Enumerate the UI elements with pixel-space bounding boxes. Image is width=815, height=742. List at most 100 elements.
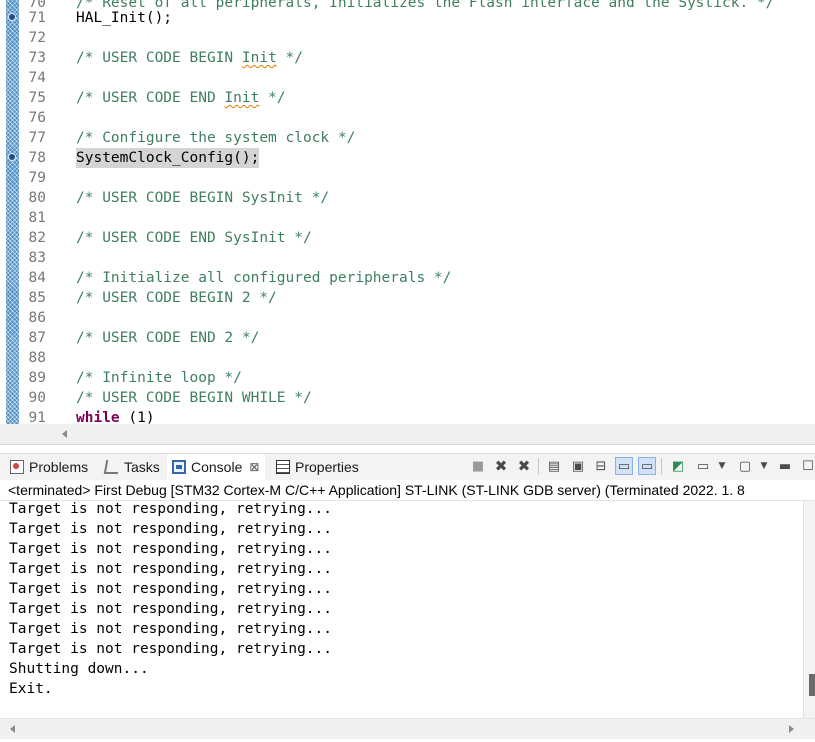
code-line: 75 /* USER CODE END Init */	[0, 88, 815, 108]
tab-problems[interactable]: Problems	[10, 454, 88, 480]
tab-tasks[interactable]: Tasks	[103, 454, 160, 480]
scroll-lock-icon[interactable]: ▣	[569, 457, 587, 475]
code-text: /* USER CODE BEGIN Init */	[76, 50, 303, 66]
line-number: 84	[28, 270, 46, 286]
console-line: Target is not responding, retrying...	[9, 561, 333, 577]
console-line: Target is not responding, retrying...	[9, 521, 333, 537]
code-text: HAL_Init();	[76, 10, 173, 26]
console-line: Target is not responding, retrying...	[9, 601, 333, 617]
bookmark-marker-icon	[8, 13, 17, 22]
tab-label: Console	[191, 459, 243, 475]
line-number: 79	[28, 170, 46, 186]
scroll-right-arrow-icon[interactable]	[789, 725, 794, 733]
editor-horizontal-scrollbar[interactable]	[0, 424, 815, 445]
close-tab-icon[interactable]: ⊠	[249, 460, 259, 474]
code-line: 81	[0, 208, 815, 228]
chevron-down-icon[interactable]: ▼	[755, 457, 773, 475]
code-line: 77 /* Configure the system clock */	[0, 128, 815, 148]
panel-sash[interactable]	[0, 445, 815, 453]
remove-launch-icon[interactable]: ✖	[492, 457, 510, 475]
pin-console-icon[interactable]: ◩	[669, 457, 687, 475]
bookmark-marker-icon	[8, 153, 17, 162]
console-line: Exit.	[9, 681, 53, 697]
console-horizontal-scrollbar[interactable]	[0, 718, 815, 739]
console-process-label: <terminated> First Debug [STM32 Cortex-M…	[0, 480, 815, 501]
code-line: 71 HAL_Init();	[0, 8, 815, 28]
console-line: Target is not responding, retrying...	[9, 621, 333, 637]
code-line: 83	[0, 248, 815, 268]
toolbar-separator	[661, 458, 662, 475]
code-line: 82 /* USER CODE END SysInit */	[0, 228, 815, 248]
code-text: /* USER CODE BEGIN WHILE */	[76, 390, 312, 406]
code-text-highlighted: SystemClock_Config();	[76, 148, 260, 168]
console-line: Target is not responding, retrying...	[9, 541, 333, 557]
code-line: 87 /* USER CODE END 2 */	[0, 328, 815, 348]
show-on-error-icon[interactable]: ▭	[638, 457, 656, 475]
line-number: 80	[28, 190, 46, 206]
maximize-icon[interactable]: ☐	[799, 457, 815, 475]
chevron-down-icon[interactable]: ▼	[713, 457, 731, 475]
show-on-output-icon[interactable]: ▭	[615, 457, 633, 475]
code-line: 72	[0, 28, 815, 48]
code-text: /* Configure the system clock */	[76, 130, 356, 146]
tasks-icon	[103, 460, 121, 474]
code-text: /* Initialize all configured peripherals…	[76, 270, 452, 286]
tab-label: Properties	[295, 459, 359, 475]
console-line: Target is not responding, retrying...	[9, 581, 333, 597]
remove-all-terminated-icon[interactable]: ✖	[515, 457, 533, 475]
code-editor[interactable]: 70 /* Reset of all peripherals, Initiali…	[0, 0, 815, 424]
properties-icon	[276, 460, 290, 474]
display-selected-console-icon[interactable]: ▭	[694, 457, 712, 475]
scroll-left-arrow-icon[interactable]	[62, 430, 67, 438]
code-text: while (1)	[76, 410, 155, 424]
console-vertical-scrollbar[interactable]	[803, 501, 815, 718]
spelling-warning: Init	[241, 50, 277, 66]
tab-properties[interactable]: Properties	[276, 454, 359, 480]
line-number: 73	[28, 50, 46, 66]
line-number: 85	[28, 290, 46, 306]
code-text: /* USER CODE BEGIN SysInit */	[76, 190, 330, 206]
line-number: 81	[28, 210, 46, 226]
code-line: 76	[0, 108, 815, 128]
console-output[interactable]: Target is not responding, retrying... Ta…	[0, 501, 803, 718]
code-line: 86	[0, 308, 815, 328]
word-wrap-icon[interactable]: ⊟	[592, 457, 610, 475]
line-number: 74	[28, 70, 46, 86]
code-line: 73 /* USER CODE BEGIN Init */	[0, 48, 815, 68]
line-number: 82	[28, 230, 46, 246]
code-line: 80 /* USER CODE BEGIN SysInit */	[0, 188, 815, 208]
line-number: 83	[28, 250, 46, 266]
scroll-left-arrow-icon[interactable]	[10, 725, 15, 733]
line-number: 89	[28, 370, 46, 386]
line-number: 87	[28, 330, 46, 346]
code-line: 74	[0, 68, 815, 88]
code-line: 79	[0, 168, 815, 188]
code-line: 85 /* USER CODE BEGIN 2 */	[0, 288, 815, 308]
problems-icon	[10, 460, 24, 474]
open-console-icon[interactable]: ▢	[736, 457, 754, 475]
minimize-icon[interactable]: ▬	[776, 457, 794, 475]
line-number: 90	[28, 390, 46, 406]
code-line: 90 /* USER CODE BEGIN WHILE */	[0, 388, 815, 408]
line-number: 78	[28, 150, 46, 166]
code-line: 89 /* Infinite loop */	[0, 368, 815, 388]
terminate-icon[interactable]: ■	[469, 457, 487, 475]
scrollbar-thumb[interactable]	[809, 674, 815, 696]
console-line: Target is not responding, retrying...	[9, 641, 333, 657]
code-text: /* USER CODE END SysInit */	[76, 230, 312, 246]
line-number: 76	[28, 110, 46, 126]
code-text: /* USER CODE BEGIN 2 */	[76, 290, 277, 306]
line-number: 88	[28, 350, 46, 366]
line-number: 86	[28, 310, 46, 326]
line-number: 77	[28, 130, 46, 146]
console-icon	[172, 460, 186, 474]
tab-label: Tasks	[124, 459, 160, 475]
console-line: Target is not responding, retrying...	[9, 501, 333, 517]
code-text: /* Infinite loop */	[76, 370, 242, 386]
clear-console-icon[interactable]: ▤	[545, 457, 563, 475]
tab-console[interactable]: Console ⊠	[167, 454, 266, 480]
code-text: /* USER CODE END 2 */	[76, 330, 260, 346]
line-number: 71	[28, 10, 46, 26]
code-line: 78 SystemClock_Config();	[0, 148, 815, 168]
code-line: 91 while (1)	[0, 408, 815, 424]
